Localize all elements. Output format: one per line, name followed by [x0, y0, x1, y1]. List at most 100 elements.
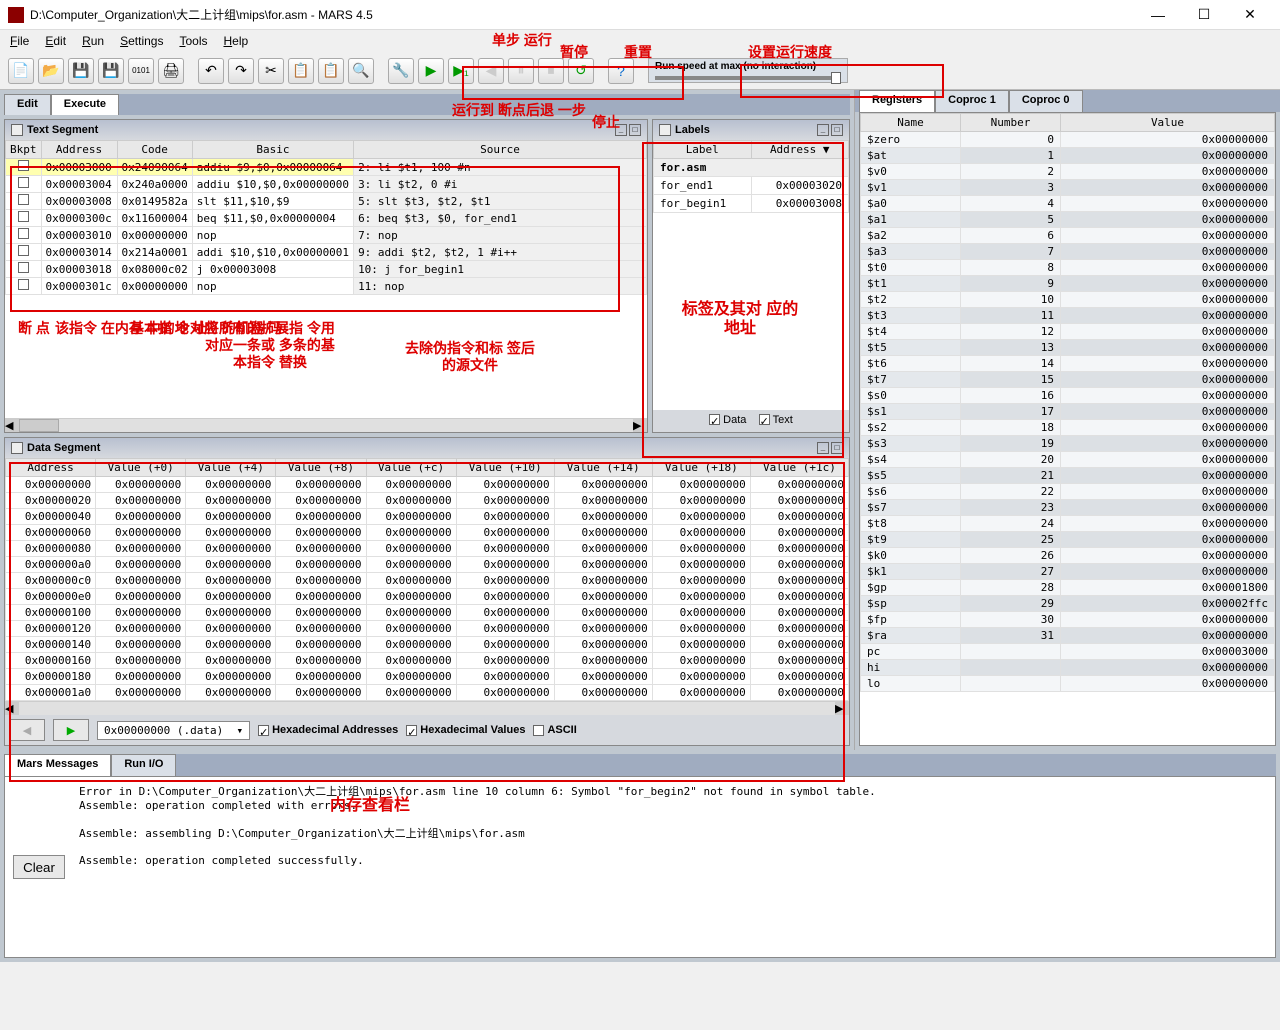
th-bkpt[interactable]: Bkpt: [6, 141, 42, 159]
data-value[interactable]: 0x00000000: [652, 621, 750, 637]
data-value[interactable]: 0x00000000: [276, 541, 366, 557]
data-value[interactable]: 0x00000000: [554, 669, 652, 685]
help-button[interactable]: ?: [608, 58, 634, 84]
data-value[interactable]: 0x00000000: [750, 525, 848, 541]
menu-help[interactable]: Help: [217, 32, 254, 50]
data-value[interactable]: 0x00000000: [554, 541, 652, 557]
th-address[interactable]: Address: [41, 141, 117, 159]
data-value[interactable]: 0x00000000: [186, 621, 276, 637]
cut-button[interactable]: ✂: [258, 58, 284, 84]
data-value[interactable]: 0x00000000: [750, 493, 848, 509]
th-data[interactable]: Value (+18): [652, 459, 750, 477]
data-value[interactable]: 0x00000000: [96, 589, 186, 605]
step-back-button[interactable]: ◀: [478, 58, 504, 84]
data-value[interactable]: 0x00000000: [96, 573, 186, 589]
data-value[interactable]: 0x00000000: [652, 685, 750, 701]
reg-value[interactable]: 0x00000000: [1061, 612, 1275, 628]
reg-value[interactable]: 0x00000000: [1061, 420, 1275, 436]
data-value[interactable]: 0x00000000: [554, 637, 652, 653]
data-value[interactable]: 0x00000000: [750, 589, 848, 605]
data-value[interactable]: 0x00000000: [456, 685, 554, 701]
bkpt-checkbox[interactable]: [6, 193, 42, 210]
data-value[interactable]: 0x00000000: [186, 477, 276, 493]
th-reg-val[interactable]: Value: [1061, 114, 1275, 132]
tab-coproc1[interactable]: Coproc 1: [935, 90, 1009, 112]
th-basic[interactable]: Basic: [192, 141, 353, 159]
reg-value[interactable]: 0x00000000: [1061, 404, 1275, 420]
data-value[interactable]: 0x00000000: [186, 573, 276, 589]
data-value[interactable]: 0x00000000: [554, 525, 652, 541]
reg-value[interactable]: 0x00000000: [1061, 180, 1275, 196]
data-value[interactable]: 0x00000000: [276, 637, 366, 653]
step-button[interactable]: ▶₁: [448, 58, 474, 84]
hex-addr-checkbox[interactable]: ✓: [258, 725, 269, 736]
reg-value[interactable]: 0x00000000: [1061, 276, 1275, 292]
data-value[interactable]: 0x00000000: [366, 541, 456, 557]
ascii-checkbox[interactable]: [533, 725, 544, 736]
th-label-addr[interactable]: Address ▼: [751, 141, 849, 159]
prev-page-button[interactable]: ◀: [9, 719, 45, 741]
hex-val-checkbox[interactable]: ✓: [406, 725, 417, 736]
bkpt-checkbox[interactable]: [6, 244, 42, 261]
data-seg-scrollbar[interactable]: ◀▶: [5, 701, 849, 715]
th-data[interactable]: Value (+c): [366, 459, 456, 477]
bkpt-checkbox[interactable]: [6, 261, 42, 278]
data-value[interactable]: 0x00000000: [276, 685, 366, 701]
undo-button[interactable]: ↶: [198, 58, 224, 84]
reg-value[interactable]: 0x00000000: [1061, 484, 1275, 500]
text-checkbox[interactable]: ✓: [759, 414, 770, 425]
data-value[interactable]: 0x00000000: [96, 509, 186, 525]
reg-value[interactable]: 0x00000000: [1061, 388, 1275, 404]
data-value[interactable]: 0x00000000: [186, 669, 276, 685]
data-value[interactable]: 0x00000000: [186, 605, 276, 621]
data-address-combo[interactable]: 0x00000000 (.data) ▾: [97, 721, 250, 740]
data-value[interactable]: 0x00000000: [186, 653, 276, 669]
slider-thumb-icon[interactable]: [831, 72, 841, 84]
data-value[interactable]: 0x00000000: [186, 525, 276, 541]
data-value[interactable]: 0x00000000: [456, 653, 554, 669]
data-value[interactable]: 0x00000000: [186, 493, 276, 509]
reg-value[interactable]: 0x00000000: [1061, 260, 1275, 276]
data-value[interactable]: 0x00000000: [366, 685, 456, 701]
minimize-pane-icon[interactable]: _: [615, 124, 627, 136]
maximize-pane-icon[interactable]: □: [831, 124, 843, 136]
data-value[interactable]: 0x00000000: [96, 493, 186, 509]
new-file-button[interactable]: 📄: [8, 58, 34, 84]
data-value[interactable]: 0x00000000: [750, 541, 848, 557]
reg-value[interactable]: 0x00000000: [1061, 340, 1275, 356]
reg-value[interactable]: 0x00000000: [1061, 228, 1275, 244]
data-value[interactable]: 0x00000000: [652, 493, 750, 509]
reg-value[interactable]: 0x00000000: [1061, 548, 1275, 564]
data-value[interactable]: 0x00000000: [554, 621, 652, 637]
data-value[interactable]: 0x00000000: [276, 557, 366, 573]
data-value[interactable]: 0x00000000: [366, 669, 456, 685]
tab-execute[interactable]: Execute: [51, 94, 119, 115]
bkpt-checkbox[interactable]: [6, 227, 42, 244]
assemble-button[interactable]: 🔧: [388, 58, 414, 84]
data-value[interactable]: 0x00000000: [96, 477, 186, 493]
save-button[interactable]: 💾: [68, 58, 94, 84]
data-value[interactable]: 0x00000000: [276, 493, 366, 509]
reg-value[interactable]: 0x00000000: [1061, 132, 1275, 148]
data-value[interactable]: 0x00000000: [186, 685, 276, 701]
th-data[interactable]: Value (+1c): [750, 459, 848, 477]
text-seg-scrollbar[interactable]: ◀▶: [5, 418, 647, 432]
data-value[interactable]: 0x00000000: [456, 525, 554, 541]
data-value[interactable]: 0x00000000: [96, 605, 186, 621]
data-value[interactable]: 0x00000000: [366, 637, 456, 653]
data-checkbox[interactable]: ✓: [709, 414, 720, 425]
reg-value[interactable]: 0x00000000: [1061, 308, 1275, 324]
data-value[interactable]: 0x00000000: [456, 477, 554, 493]
th-data[interactable]: Value (+4): [186, 459, 276, 477]
data-value[interactable]: 0x00000000: [96, 685, 186, 701]
reg-value[interactable]: 0x00000000: [1061, 660, 1275, 676]
data-value[interactable]: 0x00000000: [750, 477, 848, 493]
dump-button[interactable]: 0101: [128, 58, 154, 84]
data-value[interactable]: 0x00000000: [276, 653, 366, 669]
reg-value[interactable]: 0x00000000: [1061, 436, 1275, 452]
bkpt-checkbox[interactable]: [6, 159, 42, 176]
data-value[interactable]: 0x00000000: [554, 557, 652, 573]
data-value[interactable]: 0x00000000: [366, 509, 456, 525]
th-label[interactable]: Label: [654, 141, 752, 159]
stop-button[interactable]: ⏹: [538, 58, 564, 84]
